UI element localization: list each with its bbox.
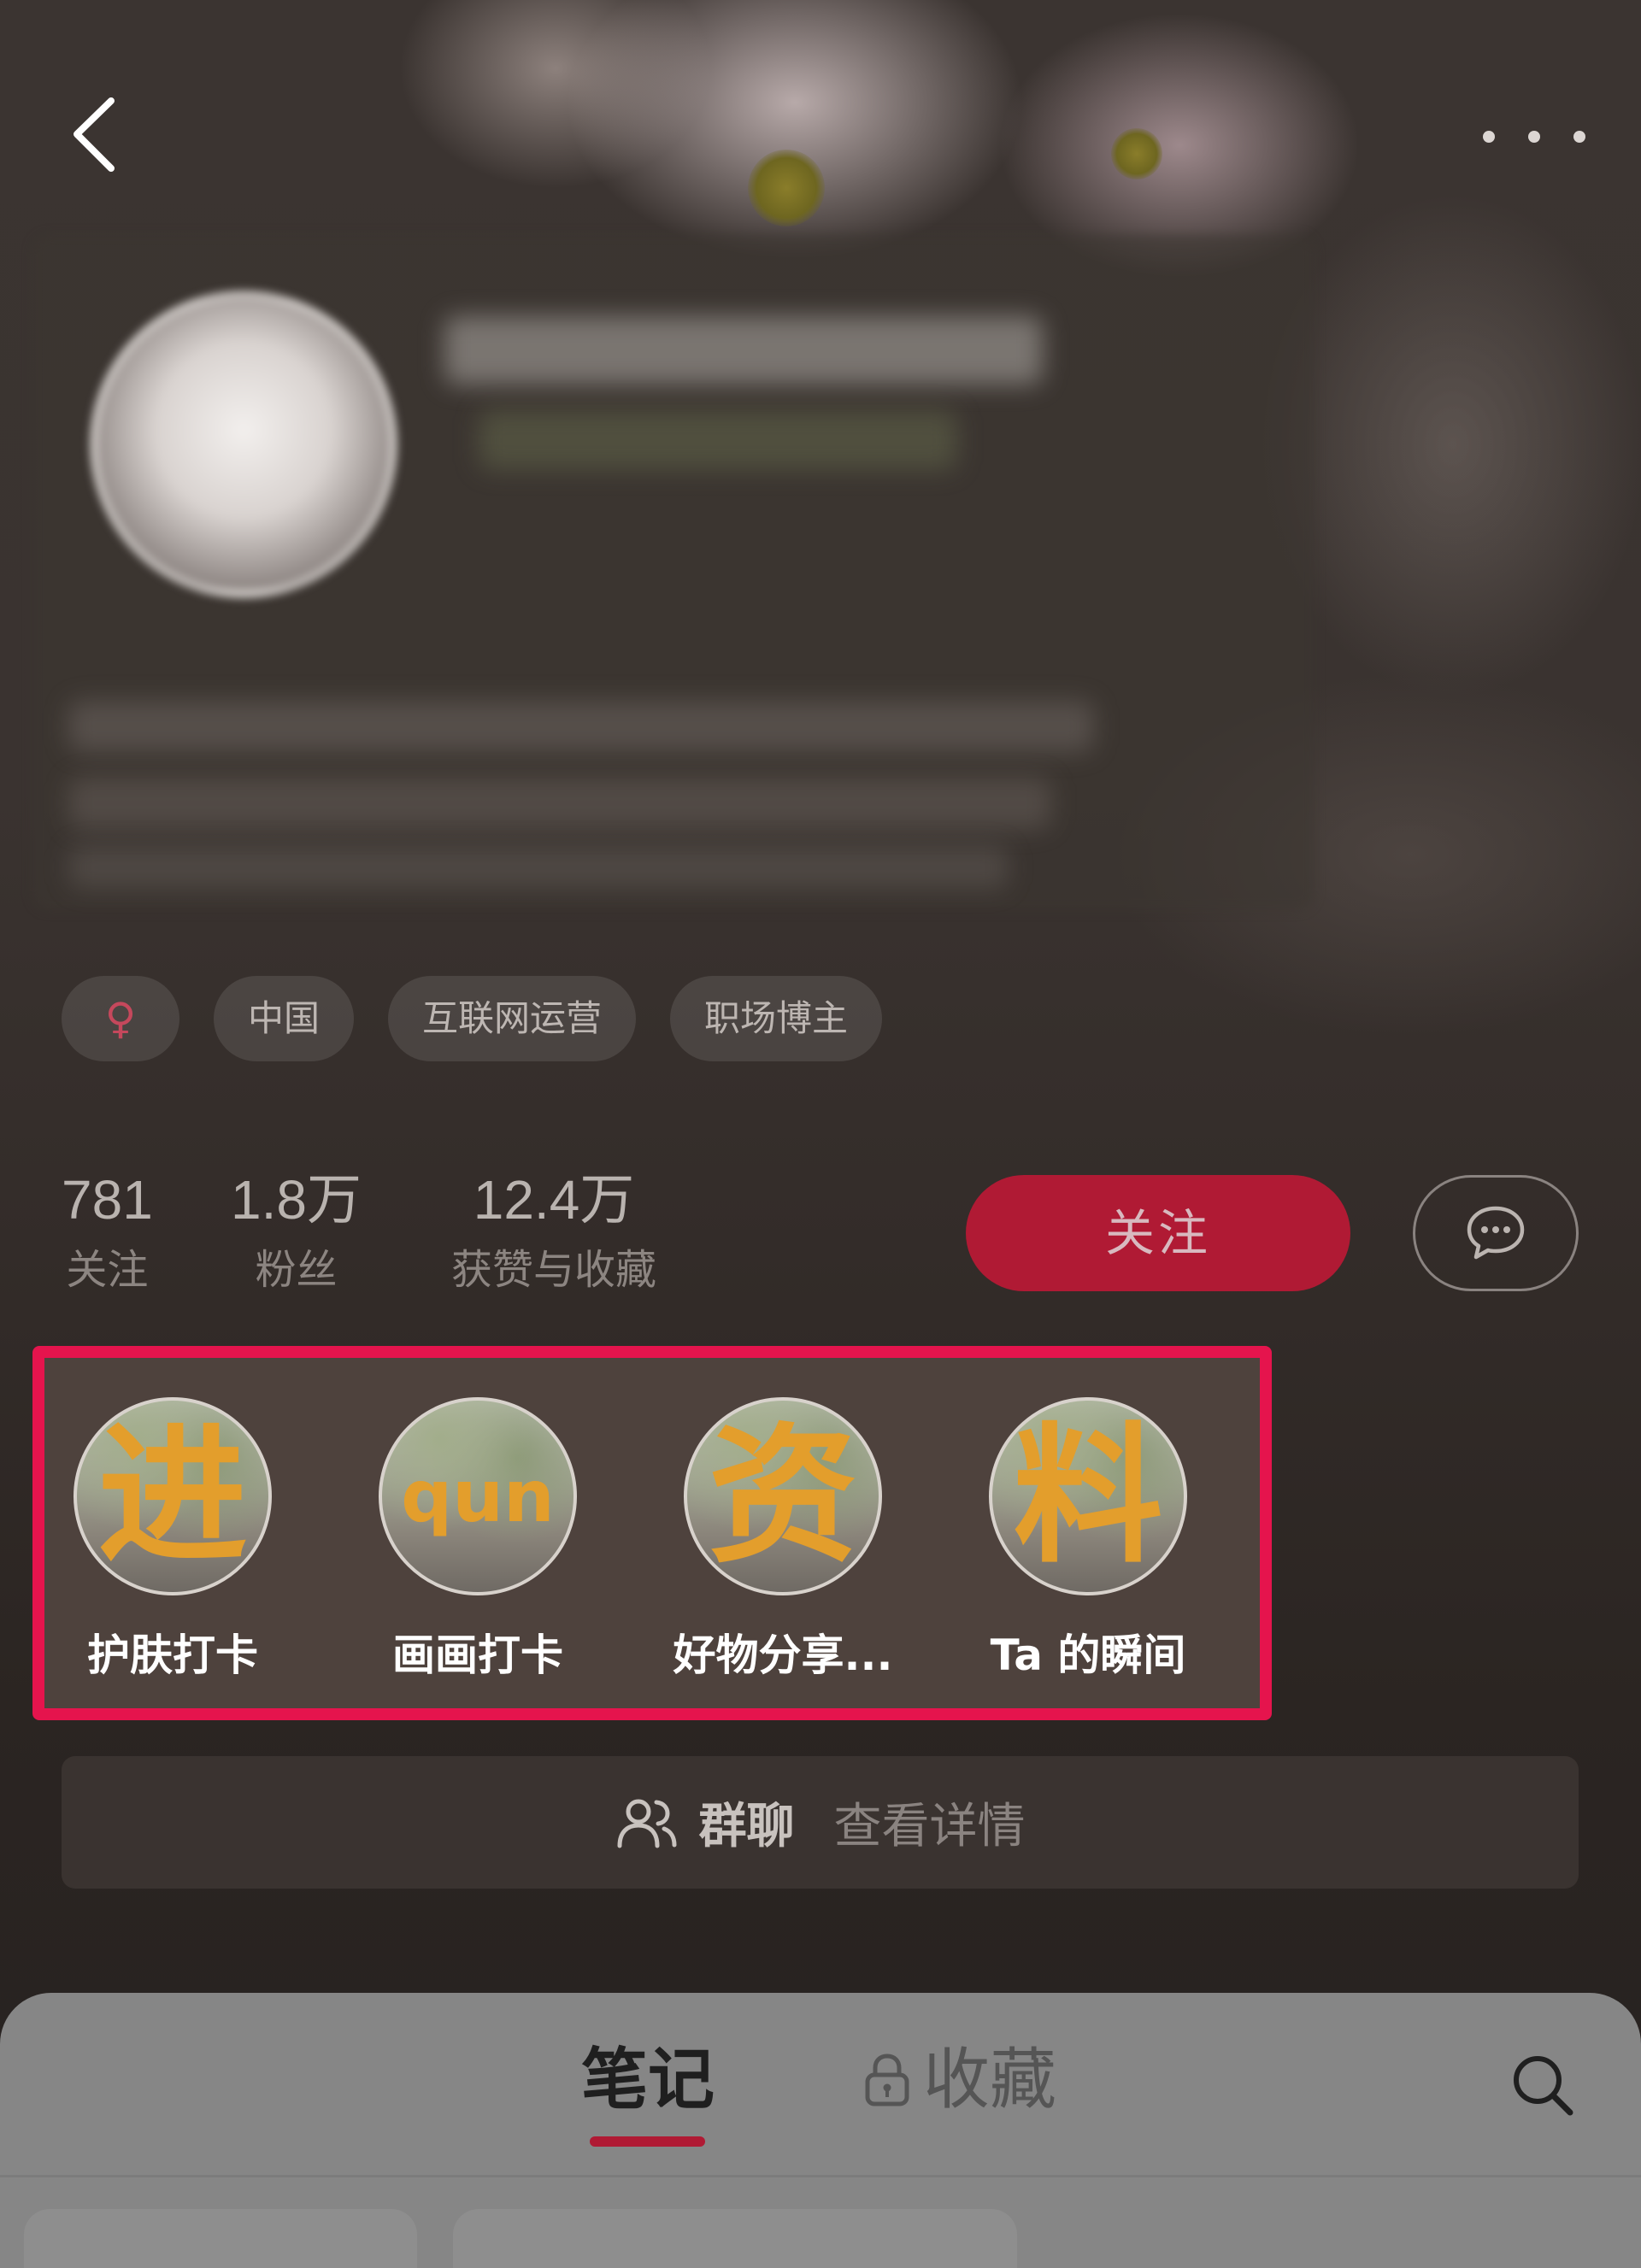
location-tag: 中国: [214, 976, 355, 1061]
fans-count: 1.8万: [231, 1169, 362, 1231]
story-glyph: 料: [1013, 1409, 1163, 1583]
search-icon[interactable]: [1509, 2051, 1577, 2119]
tab-favorites-label: 收藏: [923, 2042, 1057, 2118]
story-highlights: 进 护肤打卡 qun 画画打卡 资 好物分享... 料 Ta 的瞬间: [32, 1346, 1272, 1720]
role-tag: 职场博主: [670, 976, 883, 1061]
group-chat-bar[interactable]: 群聊 查看详情: [62, 1756, 1579, 1889]
story-label: 好物分享...: [673, 1630, 893, 1680]
story-glyph: 资: [708, 1409, 858, 1583]
more-icon[interactable]: [1483, 124, 1585, 150]
story-thumbnail: qun: [379, 1397, 577, 1595]
active-tab-indicator: [590, 2136, 705, 2147]
blurred-username: [444, 316, 1043, 385]
lock-icon: [865, 2054, 909, 2106]
tab-favorites[interactable]: 收藏: [863, 2047, 1056, 2113]
note-card[interactable]: [453, 2209, 1017, 2268]
story-glyph: qun: [401, 1454, 555, 1538]
following-label: 关注: [66, 1246, 149, 1294]
blurred-bio-line: [68, 778, 1051, 829]
story-item[interactable]: 料 Ta 的瞬间: [960, 1397, 1216, 1683]
blurred-bio-line: [68, 846, 1009, 889]
group-icon: [617, 1799, 676, 1848]
stat-following[interactable]: 781 关注: [62, 1172, 153, 1290]
story-item[interactable]: 资 好物分享...: [655, 1397, 911, 1683]
story-label: 护肤打卡: [87, 1630, 258, 1680]
tab-notes[interactable]: 笔记: [581, 2047, 715, 2113]
story-item[interactable]: qun 画画打卡: [350, 1397, 606, 1683]
industry-tag: 互联网运营: [388, 976, 637, 1061]
background-flower: [748, 150, 825, 226]
group-chat-action: 查看详情: [833, 1799, 1026, 1854]
gender-tag: ♀: [62, 976, 179, 1061]
background-flower: [1111, 128, 1162, 179]
story-thumbnail: 资: [684, 1397, 882, 1595]
group-chat-title: 群聊: [698, 1799, 795, 1854]
fans-label: 粉丝: [255, 1246, 338, 1294]
likes-label: 获赞与收藏: [451, 1246, 657, 1294]
following-count: 781: [62, 1169, 153, 1231]
note-card[interactable]: [24, 2209, 417, 2268]
story-label: 画画打卡: [392, 1630, 563, 1680]
story-glyph: 进: [97, 1409, 248, 1583]
message-button[interactable]: [1413, 1175, 1579, 1291]
blurred-bio-line: [68, 701, 1094, 752]
follow-button[interactable]: 关注: [966, 1175, 1350, 1291]
story-label: Ta 的瞬间: [990, 1630, 1186, 1680]
story-thumbnail: 进: [74, 1397, 272, 1595]
profile-tags: ♀ 中国 互联网运营 职场博主: [62, 976, 883, 1061]
story-item[interactable]: 进 护肤打卡: [44, 1397, 301, 1683]
stat-likes[interactable]: 12.4万 获赞与收藏: [451, 1172, 656, 1290]
back-icon[interactable]: [68, 94, 120, 175]
story-thumbnail: 料: [989, 1397, 1187, 1595]
avatar[interactable]: [90, 291, 397, 598]
blurred-id: [479, 410, 957, 470]
likes-count: 12.4万: [473, 1169, 635, 1231]
profile-page: ♀ 中国 互联网运营 职场博主 781 关注 1.8万 粉丝 12.4万 获赞与…: [0, 0, 1641, 2268]
message-icon: [1467, 1206, 1525, 1260]
stat-fans[interactable]: 1.8万 粉丝: [231, 1172, 362, 1290]
divider: [0, 2175, 1641, 2177]
